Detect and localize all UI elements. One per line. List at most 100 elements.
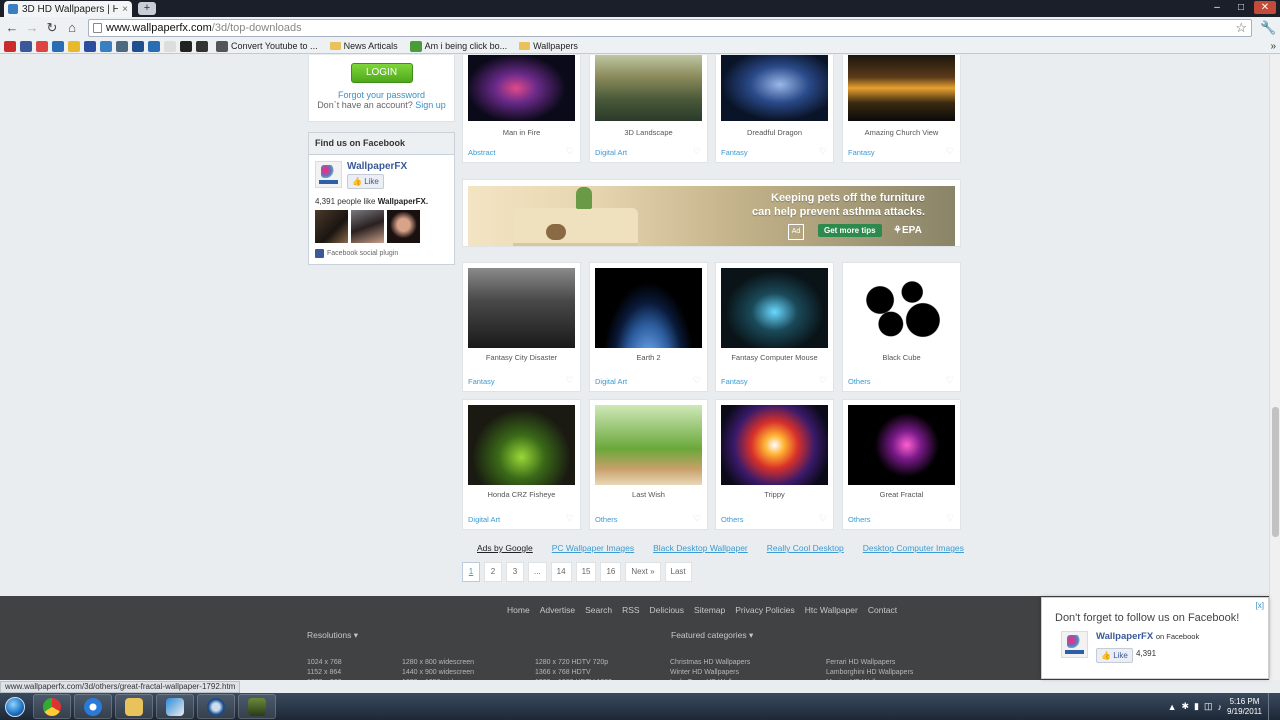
wallpaper-title[interactable]: Honda CRZ Fisheye — [463, 490, 580, 499]
footer-nav-link[interactable]: Contact — [868, 605, 897, 615]
new-tab-button[interactable]: + — [138, 2, 156, 15]
wallpaper-category-link[interactable]: Others — [595, 515, 618, 524]
wallpaper-title[interactable]: Great Fractal — [843, 490, 960, 499]
page-link[interactable]: 3 — [506, 562, 524, 582]
favorite-heart-icon[interactable]: ♡ — [946, 375, 954, 386]
facebook-page-name[interactable]: WallpaperFX — [347, 161, 407, 172]
footer-link[interactable]: 1680 x 1050 widescreen — [402, 678, 478, 680]
wallpaper-thumbnail[interactable] — [468, 405, 575, 485]
wallpaper-category-link[interactable]: Digital Art — [595, 377, 627, 386]
next-page-link[interactable]: Next » — [625, 562, 661, 582]
footer-nav-link[interactable]: Advertise — [540, 605, 575, 615]
fan-avatar[interactable] — [351, 210, 384, 243]
page-link[interactable]: 14 — [550, 562, 572, 582]
bookmark-star-icon[interactable]: ☆ — [1235, 20, 1247, 36]
tray-network-icon[interactable]: ◫ — [1204, 701, 1213, 712]
footer-nav-link[interactable]: RSS — [622, 605, 639, 615]
footer-nav-link[interactable]: Home — [507, 605, 530, 615]
ad-link[interactable]: Desktop Computer Images — [863, 543, 964, 553]
popup-like-button[interactable]: 👍 Like — [1096, 648, 1133, 663]
wallpaper-title[interactable]: Amazing Church View — [843, 128, 960, 137]
bookmark-item[interactable]: Wallpapers — [515, 41, 582, 51]
wrench-menu-icon[interactable]: 🔧 — [1260, 20, 1276, 36]
ad-link[interactable]: Really Cool Desktop — [767, 543, 844, 553]
bookmark-item[interactable] — [132, 40, 144, 52]
footer-link[interactable]: 1280 x 960 — [307, 678, 342, 680]
bookmark-item[interactable]: News Articals — [326, 41, 402, 51]
ad-link[interactable]: Black Desktop Wallpaper — [653, 543, 748, 553]
bookmark-item[interactable] — [52, 40, 64, 52]
favorite-heart-icon[interactable]: ♡ — [566, 375, 574, 386]
favorite-heart-icon[interactable]: ♡ — [566, 513, 574, 524]
bookmark-item[interactable] — [196, 40, 208, 52]
favorite-heart-icon[interactable]: ♡ — [946, 146, 954, 157]
favorite-heart-icon[interactable]: ♡ — [693, 513, 701, 524]
wallpaper-title[interactable]: Fantasy Computer Mouse — [716, 353, 833, 362]
wallpaper-title[interactable]: Dreadful Dragon — [716, 128, 833, 137]
last-page-link[interactable]: Last — [664, 562, 692, 582]
minimize-button[interactable]: – — [1206, 1, 1228, 14]
wallpaper-category-link[interactable]: Others — [721, 515, 744, 524]
favorite-heart-icon[interactable]: ♡ — [693, 375, 701, 386]
footer-link[interactable]: Movies HD Wallpapers — [826, 678, 913, 680]
signup-link[interactable]: Sign up — [415, 100, 446, 110]
bookmarks-overflow-icon[interactable]: » — [1270, 41, 1276, 52]
bookmark-item[interactable] — [164, 40, 176, 52]
bookmark-item[interactable] — [180, 40, 192, 52]
forgot-password-link[interactable]: Forgot your password — [309, 90, 454, 100]
footer-nav-link[interactable]: Delicious — [650, 605, 685, 615]
tray-battery-icon[interactable]: ▮ — [1194, 701, 1199, 712]
footer-link[interactable]: Ferrari HD Wallpapers — [826, 658, 913, 668]
footer-nav-link[interactable]: Sitemap — [694, 605, 725, 615]
footer-link[interactable]: 1440 x 900 widescreen — [402, 668, 478, 678]
page-link[interactable]: 16 — [600, 562, 622, 582]
bookmark-item[interactable] — [148, 40, 160, 52]
wallpaper-category-link[interactable]: Fantasy — [721, 377, 748, 386]
fan-avatar[interactable] — [387, 210, 420, 243]
ad-tips-button[interactable]: Get more tips — [818, 224, 882, 237]
favorite-heart-icon[interactable]: ♡ — [819, 513, 827, 524]
maximize-button[interactable]: □ — [1230, 1, 1252, 14]
wallpaper-thumbnail[interactable] — [721, 268, 828, 348]
footer-nav-link[interactable]: Privacy Policies — [735, 605, 795, 615]
wallpaper-title[interactable]: Black Cube — [843, 353, 960, 362]
scrollbar-thumb[interactable] — [1272, 407, 1279, 537]
favorite-heart-icon[interactable]: ♡ — [819, 375, 827, 386]
bookmark-item[interactable] — [20, 40, 32, 52]
show-desktop-button[interactable] — [1268, 693, 1280, 720]
wallpaper-category-link[interactable]: Digital Art — [468, 515, 500, 524]
address-bar[interactable]: www.wallpaperfx.com/3d/top-downloads ☆ — [88, 19, 1252, 37]
wallpaper-category-link[interactable]: Fantasy — [721, 148, 748, 157]
popup-page-name[interactable]: WallpaperFX on Facebook — [1096, 631, 1199, 642]
footer-link[interactable]: 1280 x 800 widescreen — [402, 658, 478, 668]
wallpaper-thumbnail[interactable] — [848, 55, 955, 121]
page-link[interactable]: 1 — [462, 562, 480, 582]
wallpaper-thumbnail[interactable] — [595, 55, 702, 121]
wallpaper-thumbnail[interactable] — [721, 405, 828, 485]
popup-close-button[interactable]: [x] — [1256, 601, 1264, 610]
wallpaper-title[interactable]: Fantasy City Disaster — [463, 353, 580, 362]
forward-button[interactable]: → — [24, 20, 40, 36]
resolutions-menu[interactable]: Resolutions ▾ — [307, 630, 358, 641]
ad-banner[interactable]: Keeping pets off the furniture can help … — [462, 179, 961, 247]
bookmark-item[interactable]: Am i being click bo... — [406, 40, 512, 52]
start-button[interactable] — [0, 694, 30, 720]
footer-nav-link[interactable]: Search — [585, 605, 612, 615]
taskbar-explorer[interactable] — [115, 694, 153, 719]
bookmark-item[interactable] — [36, 40, 48, 52]
facebook-plugin-text[interactable]: Facebook social plugin — [327, 250, 398, 257]
home-button[interactable]: ⌂ — [64, 20, 80, 36]
footer-link[interactable]: 1024 x 768 — [307, 658, 342, 668]
footer-link[interactable]: Christmas HD Wallpapers — [670, 658, 753, 668]
bookmark-item[interactable] — [84, 40, 96, 52]
favorite-heart-icon[interactable]: ♡ — [946, 513, 954, 524]
taskbar-thunderbird[interactable] — [197, 694, 235, 719]
footer-link[interactable]: Lamborghini HD Wallpapers — [826, 668, 913, 678]
wallpaperfx-logo-icon[interactable] — [315, 161, 342, 188]
login-button[interactable]: LOGIN — [350, 63, 413, 83]
bookmark-item[interactable]: Convert Youtube to ... — [212, 40, 322, 52]
footer-link[interactable]: Lady Gaga HD Wallpapers — [670, 678, 753, 680]
tray-volume-icon[interactable]: ♪ — [1218, 702, 1223, 712]
taskbar-chrome[interactable] — [33, 694, 71, 719]
wallpaper-title[interactable]: Last Wish — [590, 490, 707, 499]
